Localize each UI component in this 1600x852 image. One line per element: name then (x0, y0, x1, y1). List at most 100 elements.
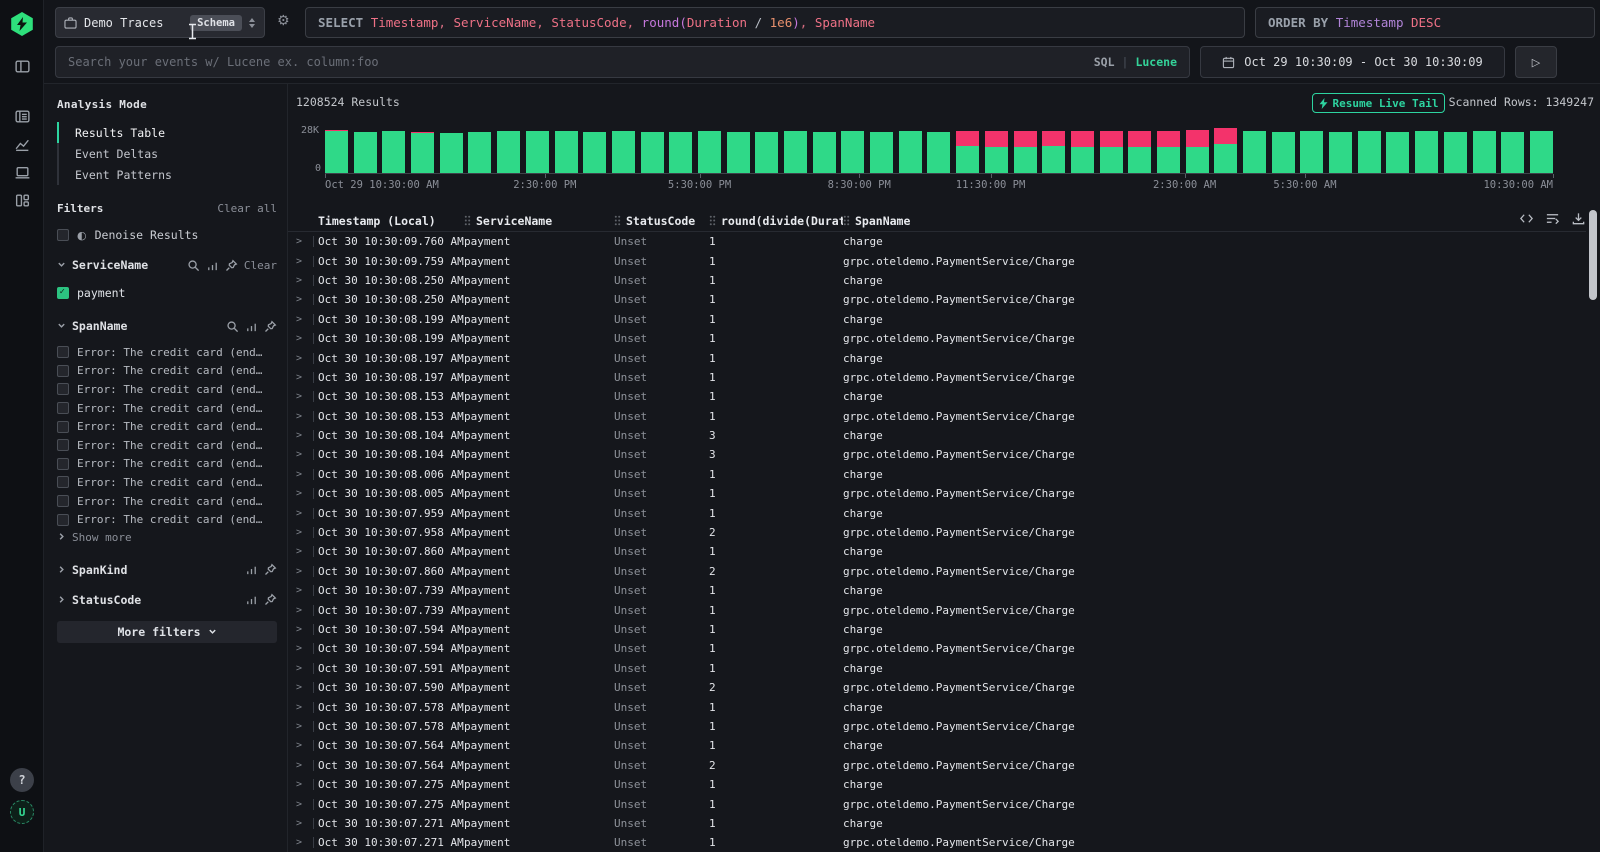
histogram-bar[interactable] (1157, 128, 1180, 173)
code-view-icon[interactable] (1519, 211, 1534, 226)
checkbox[interactable] (57, 476, 69, 488)
row-expand-chevron[interactable]: > (296, 643, 318, 654)
filter-group-name[interactable]: StatusCode (72, 593, 141, 607)
app-logo-icon[interactable] (10, 12, 34, 36)
query-language-toggle[interactable]: SQL | Lucene (1094, 55, 1177, 69)
nav-results-table[interactable]: Results Table (57, 122, 277, 143)
table-row[interactable]: >Oct 30 10:30:07.564 AMpaymentUnset1char… (288, 736, 1586, 755)
histogram-bar[interactable] (1014, 128, 1037, 173)
filter-option[interactable]: Error: The credit card (end… (57, 510, 277, 529)
row-expand-chevron[interactable]: > (296, 411, 318, 422)
col-spanname[interactable]: SpanName (843, 214, 1586, 228)
table-row[interactable]: >Oct 30 10:30:07.578 AMpaymentUnset1char… (288, 697, 1586, 716)
row-expand-chevron[interactable]: > (296, 294, 318, 305)
bar-chart-icon[interactable] (245, 563, 258, 576)
checkbox[interactable] (57, 439, 69, 451)
chevron-right-icon[interactable] (57, 563, 66, 577)
sessions-icon[interactable] (14, 164, 31, 181)
bar-chart-icon[interactable] (245, 593, 258, 606)
row-expand-chevron[interactable]: > (296, 605, 318, 616)
table-row[interactable]: >Oct 30 10:30:07.590 AMpaymentUnset2grpc… (288, 678, 1586, 697)
row-expand-chevron[interactable]: > (296, 702, 318, 713)
histogram-bar[interactable] (1473, 128, 1496, 173)
table-row[interactable]: >Oct 30 10:30:07.860 AMpaymentUnset1char… (288, 542, 1586, 561)
histogram-bar[interactable] (1186, 128, 1209, 173)
table-row[interactable]: >Oct 30 10:30:07.594 AMpaymentUnset1grpc… (288, 639, 1586, 658)
checkbox[interactable] (57, 346, 69, 358)
row-expand-chevron[interactable]: > (296, 527, 318, 538)
search-input[interactable] (68, 55, 1094, 69)
row-expand-chevron[interactable]: > (296, 585, 318, 596)
histogram-bar[interactable] (985, 128, 1008, 173)
histogram-bar[interactable] (555, 128, 578, 173)
checkbox[interactable] (57, 458, 69, 470)
col-duration[interactable]: round(divide(Durat… (709, 214, 843, 228)
show-more-button[interactable]: Show more (57, 529, 277, 547)
histogram-bar[interactable] (784, 128, 807, 173)
checkbox[interactable] (57, 495, 69, 507)
row-expand-chevron[interactable]: > (296, 799, 318, 810)
bar-chart-icon[interactable] (206, 259, 219, 272)
wrap-lines-icon[interactable] (1545, 211, 1560, 226)
clear-group-button[interactable]: Clear (244, 259, 277, 272)
table-row[interactable]: >Oct 30 10:30:08.104 AMpaymentUnset3grpc… (288, 445, 1586, 464)
row-expand-chevron[interactable]: > (296, 333, 318, 344)
row-expand-chevron[interactable]: > (296, 779, 318, 790)
histogram-bar[interactable] (1386, 128, 1409, 173)
table-row[interactable]: >Oct 30 10:30:08.199 AMpaymentUnset1char… (288, 310, 1586, 329)
table-row[interactable]: >Oct 30 10:30:08.104 AMpaymentUnset3char… (288, 426, 1586, 445)
row-expand-chevron[interactable]: > (296, 353, 318, 364)
table-row[interactable]: >Oct 30 10:30:08.153 AMpaymentUnset1char… (288, 387, 1586, 406)
row-expand-chevron[interactable]: > (296, 488, 318, 499)
denoise-results-toggle[interactable]: ◐ Denoise Results (57, 228, 277, 242)
filter-group-name[interactable]: SpanName (72, 319, 127, 333)
checkbox[interactable] (57, 365, 69, 377)
row-expand-chevron[interactable]: > (296, 566, 318, 577)
help-button[interactable]: ? (10, 768, 34, 792)
table-row[interactable]: >Oct 30 10:30:07.739 AMpaymentUnset1char… (288, 581, 1586, 600)
table-row[interactable]: >Oct 30 10:30:07.959 AMpaymentUnset1char… (288, 503, 1586, 522)
table-row[interactable]: >Oct 30 10:30:07.275 AMpaymentUnset1grpc… (288, 794, 1586, 813)
histogram-bar[interactable] (1128, 128, 1151, 173)
filter-option[interactable]: Error: The credit card (end… (57, 399, 277, 418)
histogram-bar[interactable] (698, 128, 721, 173)
histogram-bar[interactable] (1100, 128, 1123, 173)
histogram-bar[interactable] (1444, 128, 1467, 173)
histogram-bar[interactable] (1530, 128, 1553, 173)
row-expand-chevron[interactable]: > (296, 275, 318, 286)
row-expand-chevron[interactable]: > (296, 624, 318, 635)
event-list-icon[interactable] (14, 108, 31, 125)
bar-chart-icon[interactable] (245, 320, 258, 333)
histogram-bar[interactable] (382, 128, 405, 173)
histogram-bar[interactable] (1300, 128, 1323, 173)
row-expand-chevron[interactable]: > (296, 449, 318, 460)
date-range-picker[interactable]: Oct 29 10:30:09 - Oct 30 10:30:09 (1200, 46, 1505, 78)
histogram-bar[interactable] (1042, 128, 1065, 173)
nav-event-patterns[interactable]: Event Patterns (57, 164, 277, 185)
chevron-down-icon[interactable] (57, 319, 66, 333)
download-icon[interactable] (1571, 211, 1586, 226)
histogram-bar[interactable] (497, 128, 520, 173)
search-panel-icon[interactable] (14, 58, 31, 75)
drag-handle-icon[interactable] (843, 215, 850, 226)
scrollbar-thumb[interactable] (1589, 210, 1597, 300)
row-expand-chevron[interactable]: > (296, 663, 318, 674)
histogram-bar[interactable] (1272, 128, 1295, 173)
filter-option[interactable]: Error: The credit card (end… (57, 492, 277, 511)
mode-sql[interactable]: SQL (1094, 55, 1115, 69)
col-statuscode[interactable]: StatusCode (614, 214, 709, 228)
row-expand-chevron[interactable]: > (296, 256, 318, 267)
table-row[interactable]: >Oct 30 10:30:08.250 AMpaymentUnset1grpc… (288, 290, 1586, 309)
filter-option[interactable]: Error: The credit card (end… (57, 436, 277, 455)
filter-option[interactable]: Error: The credit card (end… (57, 343, 277, 362)
col-timestamp[interactable]: Timestamp (Local) (318, 214, 464, 228)
histogram-bar[interactable] (526, 128, 549, 173)
filter-group-name[interactable]: SpanKind (72, 563, 127, 577)
pin-icon[interactable] (264, 593, 277, 606)
row-expand-chevron[interactable]: > (296, 236, 318, 247)
user-avatar[interactable]: U (10, 800, 34, 824)
resume-live-tail-button[interactable]: Resume Live Tail (1312, 93, 1445, 113)
histogram-bar[interactable] (727, 128, 750, 173)
histogram-bar[interactable] (583, 128, 606, 173)
filter-option[interactable]: Error: The credit card (end… (57, 417, 277, 436)
